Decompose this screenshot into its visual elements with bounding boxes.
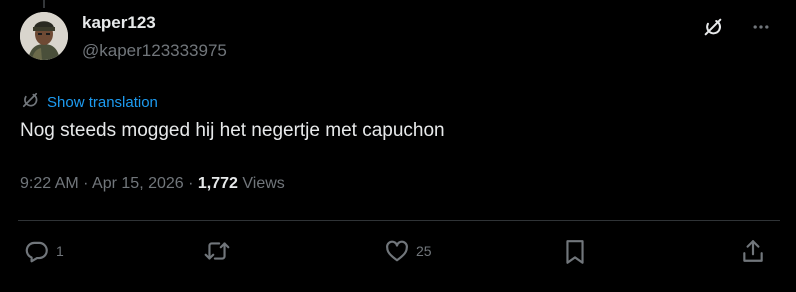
tweet-meta: 9:22 AM · Apr 15, 2026 · 1,772 Views bbox=[20, 175, 285, 193]
like-button[interactable]: 25 bbox=[384, 238, 432, 264]
user-handle[interactable]: @kaper123333975 bbox=[82, 41, 227, 61]
like-icon bbox=[384, 238, 410, 264]
meta-separator: · bbox=[183, 175, 198, 192]
views-label: Views bbox=[237, 175, 285, 192]
more-icon[interactable] bbox=[748, 14, 774, 40]
reply-count: 1 bbox=[56, 243, 64, 259]
retweet-icon bbox=[203, 238, 231, 264]
bookmark-icon bbox=[563, 238, 587, 266]
share-icon bbox=[740, 238, 766, 264]
reply-button[interactable]: 1 bbox=[24, 238, 64, 264]
bookmark-button[interactable] bbox=[563, 238, 587, 266]
tweet-time[interactable]: 9:22 AM bbox=[20, 175, 79, 192]
like-count: 25 bbox=[416, 243, 432, 259]
tweet-text: Nog steeds mogged hij het negertje met c… bbox=[20, 120, 445, 141]
show-translation-label: Show translation bbox=[47, 93, 158, 111]
display-name[interactable]: kaper123 bbox=[82, 13, 156, 33]
translate-icon bbox=[20, 90, 40, 114]
divider bbox=[18, 220, 780, 221]
share-button[interactable] bbox=[740, 238, 766, 264]
grok-icon[interactable] bbox=[700, 14, 726, 40]
views-count[interactable]: 1,772 bbox=[198, 175, 238, 192]
meta-separator: · bbox=[78, 175, 93, 192]
retweet-button[interactable] bbox=[203, 238, 231, 264]
thread-line bbox=[43, 0, 45, 8]
avatar[interactable] bbox=[20, 12, 68, 60]
avatar-image bbox=[20, 12, 68, 60]
reply-icon bbox=[24, 238, 50, 264]
show-translation-link[interactable]: Show translation bbox=[20, 90, 158, 114]
tweet-date[interactable]: Apr 15, 2026 bbox=[92, 175, 184, 192]
